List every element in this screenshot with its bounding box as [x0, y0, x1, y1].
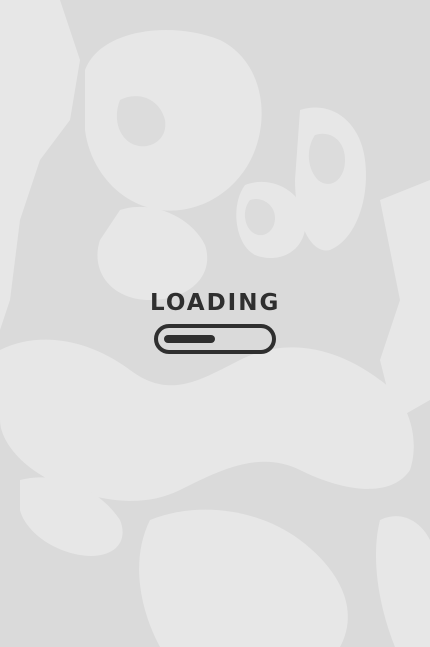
loading-screen: LOADING	[0, 0, 430, 647]
progress-bar	[154, 324, 276, 354]
progress-bar-fill	[164, 335, 215, 343]
loading-indicator: LOADING	[150, 288, 280, 358]
loading-label: LOADING	[150, 290, 281, 316]
